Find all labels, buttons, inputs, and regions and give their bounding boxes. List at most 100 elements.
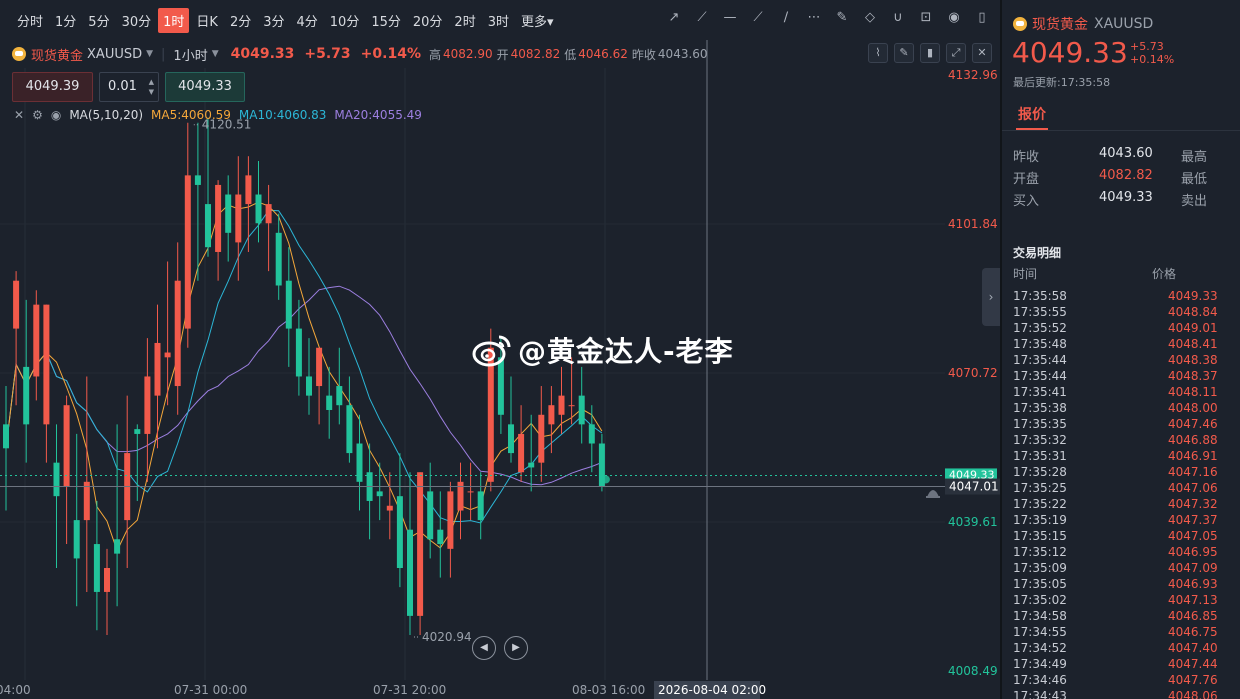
trend-line-icon[interactable]: ↗ <box>666 10 682 26</box>
candle-body[interactable] <box>356 443 363 482</box>
candle-body[interactable] <box>83 481 90 521</box>
chevron-down-icon[interactable]: ▼ <box>146 49 153 59</box>
candle-body[interactable] <box>3 424 9 449</box>
timeframe-tab[interactable]: 分时 <box>12 8 48 33</box>
more-dots-icon[interactable]: ⋯ <box>806 10 822 26</box>
timeframe-tab[interactable]: 1分 <box>50 8 81 33</box>
settings-icon[interactable]: ⚙ <box>32 108 43 122</box>
symbol-code[interactable]: XAUUSD <box>87 47 142 62</box>
candle-body[interactable] <box>205 204 211 248</box>
candle-body[interactable] <box>477 491 484 521</box>
candle-body[interactable] <box>386 505 393 511</box>
candle-body[interactable] <box>396 496 403 569</box>
candle-body[interactable] <box>528 462 535 468</box>
candle-body[interactable] <box>114 539 121 554</box>
alert-bell-icon[interactable] <box>927 490 939 497</box>
magnet-icon[interactable]: ∪ <box>890 10 906 26</box>
timeframe-tab[interactable]: 2时 <box>449 8 480 33</box>
candle-body[interactable] <box>346 405 353 454</box>
timeframe-tab[interactable]: 4分 <box>292 8 323 33</box>
candle-body[interactable] <box>235 194 242 243</box>
candle-body[interactable] <box>184 175 191 329</box>
candle-body[interactable] <box>508 424 514 454</box>
candle-body[interactable] <box>134 429 141 434</box>
tab-quote[interactable]: 报价 <box>1018 104 1046 124</box>
previous-icon[interactable]: ◀ <box>472 636 496 660</box>
timeframe-tab[interactable]: 5分 <box>83 8 114 33</box>
expand-panel-icon[interactable]: › <box>982 268 1000 326</box>
buy-price-button[interactable]: 4049.33 <box>165 72 245 102</box>
timeframe-tab[interactable]: 3时 <box>483 8 514 33</box>
timeframe-tab[interactable]: 1时 <box>158 7 190 33</box>
candle-body[interactable] <box>578 395 585 425</box>
trash-icon[interactable]: ▯ <box>974 10 990 26</box>
candle-body[interactable] <box>104 568 110 592</box>
candle-body[interactable] <box>164 352 171 358</box>
candle-body[interactable] <box>53 462 60 497</box>
timeframe-tab[interactable]: 15分 <box>366 8 406 33</box>
candle-body[interactable] <box>407 529 413 616</box>
candle-body[interactable] <box>255 194 262 224</box>
candle-body[interactable] <box>588 424 595 444</box>
symbol-name[interactable]: 现货黄金 <box>31 45 83 64</box>
timeframe-tab[interactable]: 10分 <box>325 8 365 33</box>
candle-body[interactable] <box>376 491 383 497</box>
eye-icon[interactable]: ◉ <box>51 108 61 122</box>
candle-body[interactable] <box>63 405 70 487</box>
close-icon[interactable]: ✕ <box>14 108 24 122</box>
chart-type-icon[interactable]: ▮ <box>920 43 940 63</box>
candle-body[interactable] <box>144 376 151 434</box>
candle-body[interactable] <box>548 405 555 425</box>
timeframe-tab[interactable]: 更多▾ <box>516 8 559 33</box>
candle-body[interactable] <box>326 395 333 410</box>
indicator-icon[interactable]: ⌇ <box>868 43 888 63</box>
candle-body[interactable] <box>174 280 181 387</box>
candle-body[interactable] <box>437 529 444 545</box>
next-icon[interactable]: ▶ <box>504 636 528 660</box>
candle-body[interactable] <box>285 280 292 329</box>
chevron-down-icon[interactable]: ▼ <box>212 49 219 59</box>
interval-selector[interactable]: 1小时 <box>173 45 207 64</box>
candle-body[interactable] <box>417 472 424 616</box>
unlock-icon[interactable]: ⊡ <box>918 10 934 26</box>
timeframe-tab[interactable]: 2分 <box>225 8 256 33</box>
candle-body[interactable] <box>568 405 575 407</box>
candle-body[interactable] <box>518 433 525 473</box>
candle-body[interactable] <box>33 304 40 377</box>
candle-body[interactable] <box>215 184 222 252</box>
candle-body[interactable] <box>295 328 302 377</box>
candle-body[interactable] <box>225 194 232 233</box>
candle-body[interactable] <box>538 414 545 463</box>
eraser-icon[interactable]: ◇ <box>862 10 878 26</box>
edit-icon[interactable]: ✎ <box>834 10 850 26</box>
timeframe-tab[interactable]: 3分 <box>258 8 289 33</box>
candle-body[interactable] <box>316 347 323 387</box>
timeframe-tab[interactable]: 20分 <box>408 8 448 33</box>
candle-body[interactable] <box>245 175 252 205</box>
timeframe-tab[interactable]: 日K <box>191 8 223 33</box>
eye-icon[interactable]: ◉ <box>946 10 962 26</box>
candle-body[interactable] <box>467 491 474 493</box>
stepper-icon[interactable]: ▲ ▼ <box>149 73 154 101</box>
candle-body[interactable] <box>154 342 161 396</box>
candle-body[interactable] <box>427 491 434 540</box>
lot-size-input[interactable]: 0.01 ▲ ▼ <box>99 72 159 102</box>
candle-body[interactable] <box>306 376 312 396</box>
draw-icon[interactable]: ✎ <box>894 43 914 63</box>
candle-body[interactable] <box>13 280 20 329</box>
fullscreen-icon[interactable]: ⤢ <box>946 43 966 63</box>
candle-body[interactable] <box>265 204 272 224</box>
alert-bell-icon[interactable] <box>926 496 940 498</box>
candle-body[interactable] <box>336 386 343 406</box>
candle-body[interactable] <box>73 520 80 559</box>
horizontal-line-icon[interactable]: — <box>722 10 738 26</box>
candle-body[interactable] <box>43 304 50 425</box>
sell-price-button[interactable]: 4049.39 <box>12 72 93 102</box>
candle-body[interactable] <box>447 491 454 549</box>
ray-icon[interactable]: ⟋ <box>694 10 710 26</box>
candle-body[interactable] <box>194 175 201 185</box>
candle-body[interactable] <box>558 395 565 415</box>
candle-body[interactable] <box>93 544 100 592</box>
close-icon[interactable]: ✕ <box>972 43 992 63</box>
brush-icon[interactable]: ∕ <box>778 10 794 26</box>
